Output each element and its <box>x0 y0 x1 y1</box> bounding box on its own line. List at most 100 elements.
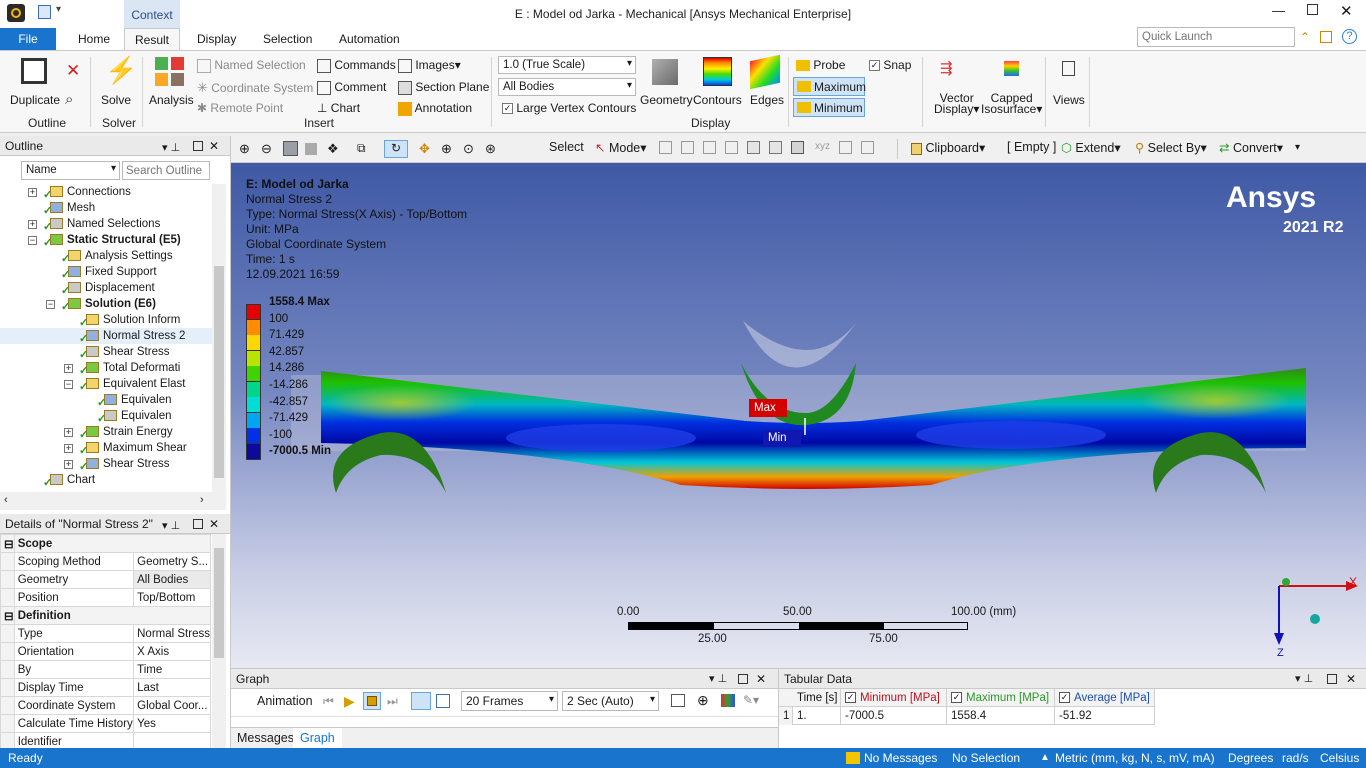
delete-icon[interactable]: ✕ <box>66 61 80 81</box>
hit-point-icon[interactable] <box>839 141 852 154</box>
tab-automation[interactable]: Automation <box>329 28 410 50</box>
mode-button[interactable]: ↖ Mode▾ <box>595 140 647 155</box>
result-sets-icon[interactable] <box>436 694 450 708</box>
column-checkbox-icon[interactable]: ✓ <box>1059 692 1070 704</box>
large-vertex-checkbox[interactable]: ✓ Large Vertex Contours <box>502 101 636 115</box>
details-value[interactable]: Global Coor... <box>133 696 211 715</box>
commands-button[interactable]: Commands <box>317 58 396 73</box>
details-value[interactable]: Normal Stress <box>133 624 211 643</box>
expand-toggle-icon[interactable]: + <box>28 188 37 197</box>
orbit-icon[interactable]: ↻ <box>384 140 408 158</box>
tree-item[interactable]: ✓ Shear Stress <box>0 344 212 361</box>
close-panel-icon[interactable]: ✕ <box>756 669 766 689</box>
vector-display-button[interactable]: Vector Display▾ <box>934 92 979 115</box>
scroll-thumb[interactable] <box>214 548 224 658</box>
outline-scrollbar[interactable] <box>212 184 226 492</box>
minimize-button[interactable]: — <box>1272 3 1285 18</box>
convert-button[interactable]: ⇄ Convert▾ <box>1219 140 1283 155</box>
select-by-button[interactable]: ⚲ Select By▾ <box>1135 140 1207 155</box>
details-value[interactable]: Geometry S... <box>133 552 211 571</box>
export-video-icon[interactable] <box>671 694 685 707</box>
toolbar-overflow-icon[interactable]: ▾ <box>1295 142 1300 153</box>
feedback-icon[interactable] <box>1320 31 1332 43</box>
select-node-icon[interactable] <box>747 141 760 154</box>
details-row[interactable]: Display Time Last <box>0 678 211 697</box>
details-row[interactable]: Identifier <box>0 732 211 748</box>
tree-item[interactable]: ✓ Mesh <box>0 200 212 217</box>
select-body-icon[interactable] <box>725 141 738 154</box>
status-angle[interactable]: Degrees <box>1228 748 1273 768</box>
outline-hscroll[interactable]: ‹ › <box>0 492 226 510</box>
details-value[interactable]: Yes <box>133 714 211 733</box>
details-row[interactable]: By Time <box>0 660 211 679</box>
rotate-icon[interactable]: ❖ <box>327 141 339 157</box>
status-temp[interactable]: Celsius <box>1320 748 1359 768</box>
expand-toggle-icon[interactable]: + <box>28 220 37 229</box>
graphics-viewport[interactable]: E: Model od Jarka Normal Stress 2 Type: … <box>231 163 1366 668</box>
maximize-panel-icon[interactable] <box>738 674 748 684</box>
column-checkbox-icon[interactable]: ✓ <box>845 692 856 704</box>
details-value[interactable]: X Axis <box>133 642 211 661</box>
collapse-section-icon[interactable]: ⊟ <box>0 606 15 625</box>
details-row[interactable]: Orientation X Axis <box>0 642 211 661</box>
zoom-icon[interactable]: ⊕ <box>441 141 452 157</box>
tree-item[interactable]: + ✓ Strain Energy <box>0 424 212 441</box>
duplicate-icon[interactable] <box>21 58 47 84</box>
tree-item[interactable]: ✓ Normal Stress 2 <box>0 328 212 345</box>
max-tag[interactable]: Max <box>749 399 787 417</box>
analysis-icon[interactable] <box>155 57 185 87</box>
save-icon[interactable] <box>38 5 51 19</box>
pin-icon[interactable]: ▾ ⊥ <box>162 516 180 536</box>
minimum-button[interactable]: Minimum <box>793 98 865 117</box>
coordinate-xyz-icon[interactable]: xyz <box>815 141 830 152</box>
vector-display-icon[interactable]: ⇶ <box>940 59 953 77</box>
tab-result[interactable]: Result <box>124 28 180 50</box>
details-value[interactable]: Time <box>133 660 211 679</box>
duplicate-button[interactable]: Duplicate <box>10 93 60 107</box>
expand-toggle-icon[interactable]: − <box>64 380 73 389</box>
tab-graph[interactable]: Graph <box>293 728 342 750</box>
graph-options-icon[interactable]: ✎▾ <box>743 693 759 707</box>
expand-toggle-icon[interactable]: + <box>64 428 73 437</box>
tab-display[interactable]: Display <box>187 28 246 50</box>
probe-button[interactable]: Probe <box>796 58 845 72</box>
status-units[interactable]: Metric (mm, kg, N, s, mV, mA) <box>1055 748 1215 768</box>
tree-item[interactable]: + ✓ Maximum Shear <box>0 440 212 457</box>
messages-icon[interactable] <box>846 752 860 764</box>
tree-item[interactable]: ✓ Displacement <box>0 280 212 297</box>
status-selection[interactable]: No Selection <box>952 748 1020 768</box>
units-up-icon[interactable]: ▲ <box>1040 748 1050 768</box>
tree-item[interactable]: ✓ Equivalen <box>0 408 212 425</box>
tree-item[interactable]: ✓ Analysis Settings <box>0 248 212 265</box>
close-panel-icon[interactable]: ✕ <box>1346 669 1356 689</box>
search-icon[interactable]: ⌕ <box>65 91 73 108</box>
solve-button[interactable]: Solve <box>101 93 131 107</box>
maximize-panel-icon[interactable] <box>193 141 203 151</box>
tree-item[interactable]: + ✓ Named Selections <box>0 216 212 233</box>
contours-icon[interactable] <box>703 57 732 86</box>
zoom-out-icon[interactable]: ⊖ <box>261 141 272 157</box>
maximize-panel-icon[interactable] <box>193 519 203 529</box>
pan-icon[interactable]: ✥ <box>419 141 430 157</box>
tab-selection[interactable]: Selection <box>253 28 322 50</box>
tree-item[interactable]: − ✓ Equivalent Elast <box>0 376 212 393</box>
restore-button[interactable] <box>1307 4 1318 15</box>
scroll-left-icon[interactable]: ‹ <box>4 494 8 506</box>
distributed-frames-icon[interactable] <box>411 692 431 710</box>
details-scrollbar[interactable] <box>212 534 226 748</box>
details-row[interactable]: Calculate Time History Yes <box>0 714 211 733</box>
previous-frame-icon[interactable]: ⏮ <box>323 694 334 709</box>
zoom-box-icon[interactable]: ⊙ <box>463 141 474 157</box>
select-element-icon[interactable] <box>791 141 804 154</box>
column-checkbox-icon[interactable]: ✓ <box>951 692 962 704</box>
details-value[interactable] <box>133 732 211 748</box>
contour-legend[interactable]: 1558.4 Max 100 71.429 42.857 14.286 -14.286 -4… <box>245 296 385 461</box>
tabular-header-cell[interactable]: ✓ Average [MPa] <box>1055 689 1155 707</box>
named-selection-button[interactable]: Named Selection <box>197 58 306 73</box>
collapse-section-icon[interactable]: ⊟ <box>0 534 15 553</box>
zoom-in-icon[interactable]: ⊕ <box>239 141 250 157</box>
quick-access-chevron-icon[interactable]: ▾ <box>56 4 61 15</box>
stop-button[interactable] <box>363 692 381 710</box>
cube-icon[interactable] <box>305 143 317 155</box>
table-row[interactable]: 1 1. -7000.5 1558.4 -51.92 <box>779 707 1155 725</box>
